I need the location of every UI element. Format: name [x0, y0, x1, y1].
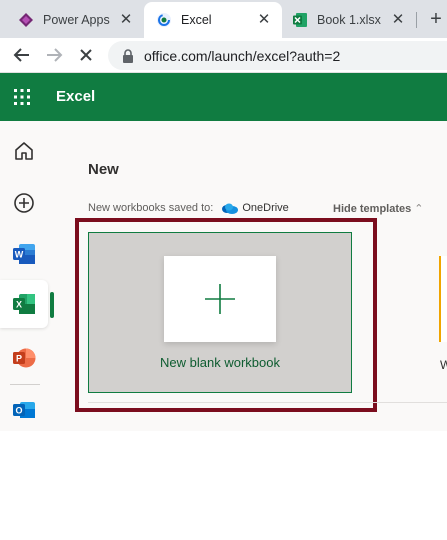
loading-spinner-icon	[157, 13, 171, 27]
onedrive-icon	[222, 203, 239, 214]
close-icon	[80, 49, 92, 61]
back-button[interactable]	[10, 43, 34, 67]
stop-loading-button[interactable]	[74, 43, 98, 67]
rail-divider	[10, 384, 40, 385]
powerpoint-icon: P	[13, 348, 36, 368]
onedrive-link[interactable]: OneDrive	[242, 202, 288, 214]
save-location-row: New workbooks saved to: OneDrive	[88, 202, 289, 214]
powerpoint-letter: P	[16, 354, 22, 364]
close-icon[interactable]: ✕	[118, 12, 134, 28]
rail-excel[interactable]: X	[0, 280, 48, 328]
active-rail-indicator	[50, 292, 54, 318]
outlook-letter: O	[15, 406, 22, 416]
browser-toolbar: office.com/launch/excel?auth=2	[0, 38, 447, 73]
new-tab-button[interactable]: +	[425, 8, 447, 30]
word-icon: W	[13, 244, 35, 264]
close-icon[interactable]: ✕	[390, 12, 406, 28]
app-launcher-icon[interactable]	[14, 89, 30, 105]
arrow-right-icon	[47, 48, 63, 62]
next-template-label[interactable]: W	[440, 358, 447, 372]
tab-excel[interactable]: Excel ✕	[144, 2, 282, 38]
rail-powerpoint[interactable]: P	[6, 340, 42, 376]
tab-label: Excel	[181, 13, 212, 27]
outlook-icon: O	[13, 402, 35, 418]
app-title[interactable]: Excel	[56, 88, 95, 105]
home-icon	[15, 142, 33, 160]
word-letter: W	[15, 250, 24, 260]
tab-label: Book 1.xlsx	[317, 13, 381, 27]
next-template-thumbnail[interactable]	[439, 256, 447, 342]
highlight-box	[75, 218, 377, 412]
excel-icon: X	[13, 294, 35, 314]
lock-icon	[123, 48, 133, 63]
section-title-new: New	[88, 161, 119, 178]
hide-templates-button[interactable]: Hide templates ⌃	[333, 202, 423, 215]
rail-outlook[interactable]: O	[6, 392, 42, 428]
chevron-up-icon: ⌃	[414, 203, 424, 215]
hide-templates-label: Hide templates	[333, 203, 412, 215]
section-divider	[88, 402, 447, 403]
excel-letter: X	[16, 300, 22, 310]
arrow-left-icon	[13, 48, 29, 62]
forward-button[interactable]	[42, 43, 66, 67]
add-icon	[14, 193, 34, 213]
url-text: office.com/launch/excel?auth=2	[144, 47, 341, 64]
browser-tab-strip: Power Apps ✕ Excel ✕ Book 1.xlsx ✕ +	[0, 0, 447, 38]
saved-to-label: New workbooks saved to:	[88, 202, 214, 214]
close-icon[interactable]: ✕	[256, 12, 272, 28]
excel-file-icon	[293, 13, 307, 27]
power-apps-icon	[19, 13, 33, 27]
rail-home[interactable]	[6, 133, 42, 169]
address-bar[interactable]: office.com/launch/excel?auth=2	[108, 41, 447, 70]
tab-label: Power Apps	[43, 13, 110, 27]
app-header: Excel	[0, 73, 447, 121]
rail-create[interactable]	[6, 185, 42, 221]
rail-word[interactable]: W	[6, 236, 42, 272]
tab-book1[interactable]: Book 1.xlsx ✕	[282, 2, 416, 38]
tab-separator	[416, 12, 417, 28]
tab-power-apps[interactable]: Power Apps ✕	[0, 2, 144, 38]
